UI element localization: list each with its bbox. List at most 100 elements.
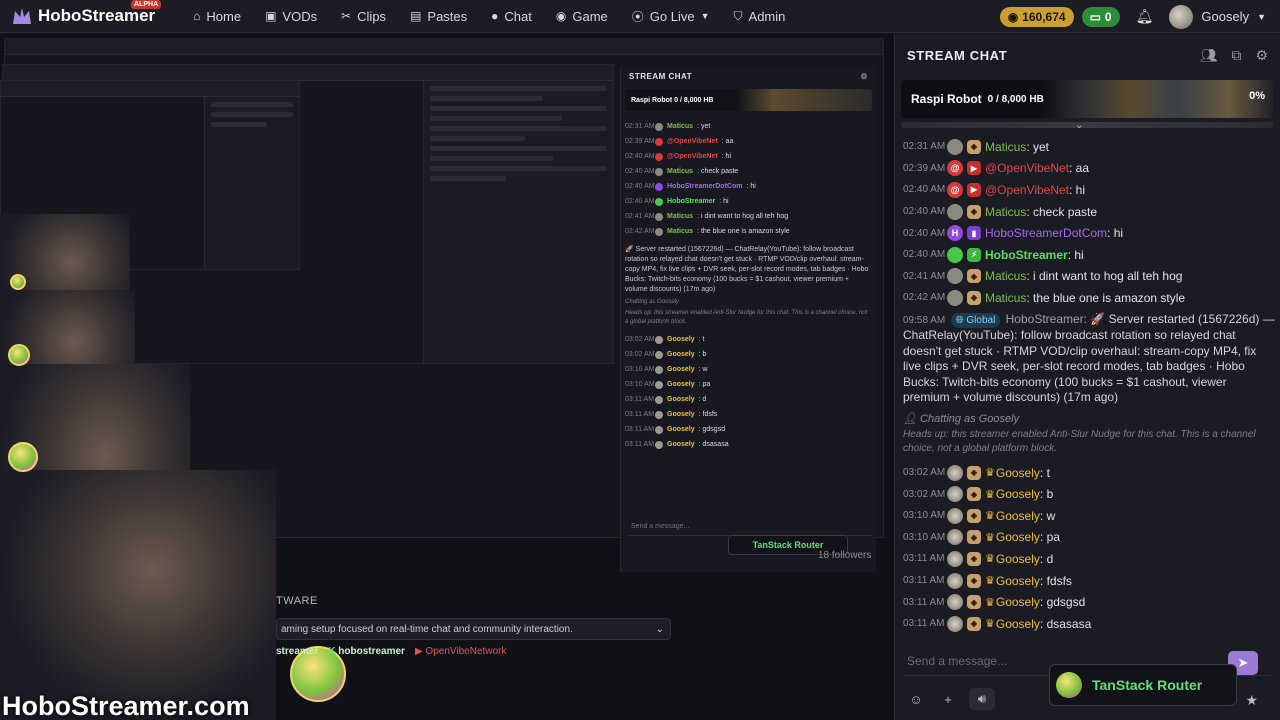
avatar[interactable]	[947, 486, 963, 503]
popout-icon[interactable]: ⧉	[1231, 47, 1241, 64]
avatar[interactable]	[947, 464, 963, 481]
stream-about[interactable]: aming setup focused on real-time chat an…	[276, 618, 671, 640]
stream-player[interactable]: STREAM CHAT ⚙ Raspi Robot 0 / 8,000 HB 02…	[0, 34, 893, 720]
avatar[interactable]	[947, 572, 963, 589]
avatar[interactable]	[947, 246, 963, 263]
nested-chat-2	[423, 81, 613, 363]
tanstack-logo-icon	[1056, 672, 1082, 698]
message-text: : hi	[746, 183, 756, 190]
message-text: : b	[1039, 487, 1054, 502]
message-author[interactable]: Goosely	[996, 466, 1040, 480]
message-author: Maticus	[667, 123, 694, 130]
global-badge: 🌐︎ Global	[950, 312, 1001, 329]
message-author[interactable]: @OpenVibeNet	[985, 183, 1069, 197]
message-author[interactable]: Goosely	[996, 595, 1040, 609]
chat-header: STREAM CHAT 👥︎ ⧉ ⚙	[895, 34, 1280, 76]
avatar[interactable]	[947, 615, 963, 632]
message-author[interactable]: Maticus	[985, 205, 1026, 219]
message-author: Goosely	[667, 336, 695, 343]
nested-system-message: 🚀 Server restarted (1567226d) — ChatRela…	[621, 243, 876, 297]
avatar	[655, 410, 663, 419]
message-author[interactable]: HoboStreamer	[985, 248, 1068, 262]
system-message: 09:58 AM 🌐︎ Global HoboStreamer: 🚀 Serve…	[903, 309, 1275, 406]
coins-badge[interactable]: ◉ 160,674	[999, 6, 1074, 27]
badge-icon: ◈	[967, 595, 981, 610]
avatar[interactable]	[947, 138, 963, 155]
message-author[interactable]: Maticus	[985, 140, 1026, 154]
message-author[interactable]: Maticus	[985, 291, 1026, 305]
plus-icon[interactable]: +	[937, 688, 959, 710]
fake-line	[430, 96, 544, 101]
nav-pastes[interactable]: ▤ Pastes	[398, 0, 479, 33]
tts-speaker-icon[interactable]: 🔊︎	[969, 688, 995, 710]
nav-chat[interactable]: ● Chat	[479, 0, 544, 33]
nav-clips[interactable]: ✂ Clips	[329, 0, 398, 33]
avatar[interactable]	[947, 550, 963, 567]
avatar[interactable]	[947, 507, 963, 524]
list-item: 02:40 AM HoboStreamerDotCom: hi	[625, 179, 872, 194]
username[interactable]: Goosely	[1201, 9, 1249, 24]
brand-logo[interactable]: HoboStreamer ALPHA	[12, 0, 162, 26]
avatar[interactable]: H	[947, 225, 963, 242]
hobo-logo-icon	[8, 344, 30, 366]
message-author[interactable]: Maticus	[985, 269, 1026, 283]
message-author[interactable]: Goosely	[996, 509, 1040, 523]
users-icon[interactable]: 👥︎	[1200, 47, 1218, 64]
avatar[interactable]	[947, 268, 963, 285]
user-area: ◉ 160,674 ▭ 0 🔔︎ Goosely ▼	[999, 0, 1266, 33]
bell-icon[interactable]: 🔔︎	[1136, 8, 1154, 25]
fake-line	[430, 146, 607, 151]
message-author[interactable]: Goosely	[996, 530, 1040, 544]
message-time: 02:41 AM	[903, 270, 946, 282]
avatar[interactable]: @	[947, 160, 963, 177]
coins-icon: ◉	[1007, 9, 1019, 24]
nav-vods[interactable]: ▣ VODs	[253, 0, 329, 33]
green-badge[interactable]: ▭ 0	[1081, 6, 1120, 27]
tanstack-router-devtools[interactable]: TanStack Router	[1049, 664, 1237, 706]
avatar[interactable]	[947, 203, 963, 220]
avatar[interactable]	[947, 529, 963, 546]
message-author[interactable]: Goosely	[996, 487, 1040, 501]
nested-chat-panel: STREAM CHAT ⚙ Raspi Robot 0 / 8,000 HB 02…	[620, 67, 876, 572]
badge-icon: ◈	[967, 269, 981, 284]
avatar	[655, 152, 663, 161]
crown-icon: ♛	[985, 467, 995, 480]
star-icon[interactable]: ★	[1245, 692, 1258, 709]
avatar[interactable]	[947, 594, 963, 611]
nested-chat-title: STREAM CHAT	[629, 71, 693, 81]
tag-openvibenetwork[interactable]: ▶ OpenVibeNetwork	[415, 646, 506, 657]
avatar[interactable]: @	[947, 181, 963, 198]
tag-hobostreamer-label: hobostreamer	[338, 646, 405, 657]
nav-home[interactable]: ⌂ Home	[181, 0, 253, 33]
nav-go-live[interactable]: ⦿ Go Live ▼	[620, 0, 722, 33]
nested-navbar-2	[3, 65, 613, 81]
message-author[interactable]: HoboStreamerDotCom	[985, 226, 1107, 240]
avatar[interactable]	[1169, 4, 1194, 29]
message-time: 02:40 AM	[903, 249, 946, 261]
main-nav: ⌂ Home ▣ VODs ✂ Clips ▤ Pastes ● Chat ◉ Game ⦿…	[181, 0, 797, 33]
chevron-down-icon[interactable]: ⌄	[1075, 120, 1083, 131]
message-author[interactable]: Goosely	[996, 574, 1040, 588]
message-text: : check paste	[1026, 204, 1098, 219]
avatar[interactable]	[947, 289, 963, 306]
badge-icon: ◈	[967, 616, 981, 631]
message-time: 03:02 AM	[903, 488, 946, 500]
tag-hobostreamer[interactable]: K hobostreamer	[328, 646, 405, 657]
message-author[interactable]: Goosely	[996, 552, 1040, 566]
webcam-feed-main	[0, 470, 276, 720]
tag-streamer[interactable]: streamer	[276, 646, 318, 657]
message-author: Goosely	[667, 351, 695, 358]
message-author[interactable]: Goosely	[996, 617, 1040, 631]
chevron-down-icon[interactable]: ▼	[1257, 12, 1266, 22]
message-author[interactable]: @OpenVibeNet	[985, 161, 1069, 175]
avatar	[655, 365, 663, 374]
chat-panel: STREAM CHAT 👥︎ ⧉ ⚙ Raspi Robot 0 / 8,000…	[894, 34, 1280, 720]
gear-icon[interactable]: ⚙	[1255, 47, 1268, 64]
chevron-down-icon: ▼	[700, 11, 710, 21]
message-text: : aa	[721, 138, 734, 145]
nav-admin[interactable]: ⛉ Admin	[722, 0, 798, 33]
goal-banner[interactable]: Raspi Robot 0 / 8,000 HB 0%	[901, 80, 1273, 118]
nav-game[interactable]: ◉ Game	[544, 0, 620, 33]
message-text: : dsasasa	[1039, 616, 1092, 631]
emoji-icon[interactable]: ☺	[905, 688, 927, 710]
